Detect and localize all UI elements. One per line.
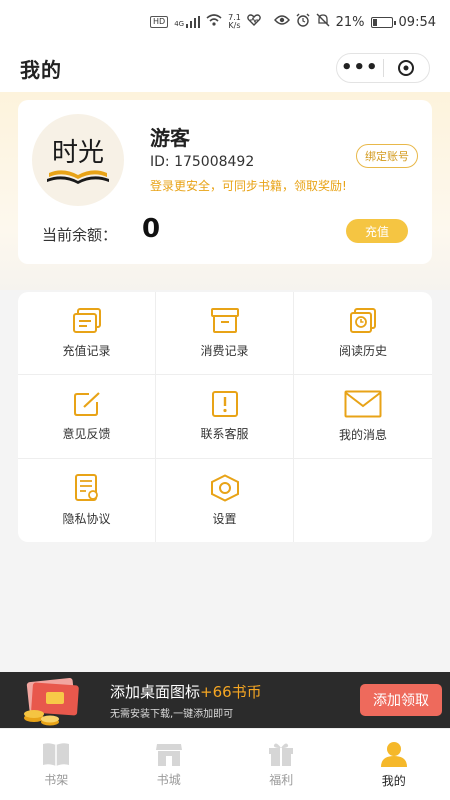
more-button[interactable]: ••• xyxy=(337,54,383,82)
profile-card: 时光 游客 ID: 175008492 登录更安全，可同步书籍，领取奖励! 绑定… xyxy=(18,100,432,264)
battery-level xyxy=(372,18,377,26)
message-icon xyxy=(344,390,382,418)
recharge-record-icon xyxy=(72,307,101,333)
mini-program-capsule: ••• xyxy=(336,53,430,83)
eye-icon xyxy=(273,14,290,30)
tab-welfare[interactable]: 福利 xyxy=(225,729,338,800)
avatar[interactable]: 时光 xyxy=(32,114,124,206)
battery-icon xyxy=(370,16,396,28)
menu-item-label: 隐私协议 xyxy=(62,511,111,526)
add-claim-button[interactable]: 添加领取 xyxy=(360,684,442,716)
coins-illustration-icon xyxy=(20,672,90,728)
app-logo-icon: 时光 xyxy=(47,138,109,184)
menu-item-label: 设置 xyxy=(212,511,237,526)
net-speed: 7.1 K/s xyxy=(228,14,241,30)
feedback-icon xyxy=(73,392,100,416)
menu-item-customer-service[interactable]: 联系客服 xyxy=(156,375,294,459)
health-icon xyxy=(246,14,261,30)
menu-item-settings[interactable]: 设置 xyxy=(156,458,294,542)
mute-icon xyxy=(316,13,330,31)
user-id: ID: 175008492 xyxy=(150,154,255,170)
tab-label: 书城 xyxy=(156,773,181,787)
consume-record-icon xyxy=(210,307,239,333)
balance-label: 当前余额： xyxy=(42,226,118,244)
login-tip: 登录更安全，可同步书籍，领取奖励! xyxy=(150,179,347,193)
promo-banner[interactable]: 添加桌面图标+66书币 无需安装下载,一键添加即可 添加领取 xyxy=(0,672,450,728)
menu-item-label: 阅读历史 xyxy=(338,343,387,358)
customer-service-icon xyxy=(211,390,238,417)
page-header: 我的 ••• xyxy=(0,44,450,92)
user-name: 游客 xyxy=(150,126,190,150)
menu-item-label: 联系客服 xyxy=(200,426,249,441)
profile-icon xyxy=(380,742,407,767)
menu-item-label: 我的消息 xyxy=(338,427,387,442)
tab-label: 福利 xyxy=(269,773,294,787)
status-left: HD 4G 7.1 K/s xyxy=(150,14,261,30)
menu-item-feedback[interactable]: 意见反馈 xyxy=(18,375,156,459)
promo-subtitle: 无需安装下载,一键添加即可 xyxy=(110,708,234,720)
menu-item-reading-history[interactable]: 阅读历史 xyxy=(294,292,432,376)
settings-icon xyxy=(210,474,239,502)
clock: 09:54 xyxy=(398,14,436,30)
tab-mine[interactable]: 我的 xyxy=(338,729,450,800)
tab-bookstore[interactable]: 书城 xyxy=(113,729,226,800)
bookstore-icon xyxy=(155,744,182,766)
promo-reward: +66书币 xyxy=(200,682,262,701)
promo-text: 添加桌面图标+66书币 无需安装下载,一键添加即可 xyxy=(110,681,262,720)
recharge-button[interactable]: 充值 xyxy=(346,219,408,243)
signal-icon: 4G xyxy=(174,16,201,28)
tab-label: 我的 xyxy=(381,774,406,788)
tab-label: 书架 xyxy=(44,773,69,787)
reading-history-icon xyxy=(350,307,376,333)
tab-bookshelf[interactable]: 书架 xyxy=(0,729,113,800)
promo-title-text: 添加桌面图标 xyxy=(110,682,201,701)
hd-badge: HD xyxy=(150,16,169,28)
more-icon: ••• xyxy=(340,57,379,78)
menu-item-recharge-record[interactable]: 充值记录 xyxy=(18,292,156,376)
status-right: 21% 09:54 xyxy=(273,13,436,31)
balance-value: 0 xyxy=(142,214,161,244)
alarm-icon xyxy=(296,13,310,31)
menu-item-messages[interactable]: 我的消息 xyxy=(294,375,432,459)
wifi-icon xyxy=(206,14,222,30)
menu-item-label: 消费记录 xyxy=(200,343,249,358)
menu-item-privacy[interactable]: 隐私协议 xyxy=(18,458,156,542)
menu-item-label: 充值记录 xyxy=(62,343,111,358)
close-icon xyxy=(398,60,415,76)
menu-item-label: 意见反馈 xyxy=(62,426,111,441)
status-bar: HD 4G 7.1 K/s 21% 09:54 xyxy=(0,0,450,44)
bottom-tab-bar: 书架 书城 福利 我的 xyxy=(0,728,450,800)
net-speed-unit: K/s xyxy=(228,21,241,30)
menu-grid: 充值记录 消费记录 阅读历史 意见反馈 联系客服 我的消息 隐私协议 设置 xyxy=(18,292,432,542)
menu-item-consume-record[interactable]: 消费记录 xyxy=(156,292,294,376)
gift-icon xyxy=(269,743,294,766)
battery-percent: 21% xyxy=(335,14,365,30)
bookshelf-icon xyxy=(43,743,70,766)
menu-empty-cell xyxy=(294,459,432,542)
privacy-icon xyxy=(74,473,98,501)
logo-text: 时光 xyxy=(52,138,104,168)
close-button[interactable] xyxy=(384,54,430,82)
signal-gen-label: 4G xyxy=(174,20,185,28)
promo-title: 添加桌面图标+66书币 xyxy=(110,681,262,702)
bind-account-button[interactable]: 绑定账号 xyxy=(356,144,418,168)
page-title: 我的 xyxy=(20,57,62,82)
